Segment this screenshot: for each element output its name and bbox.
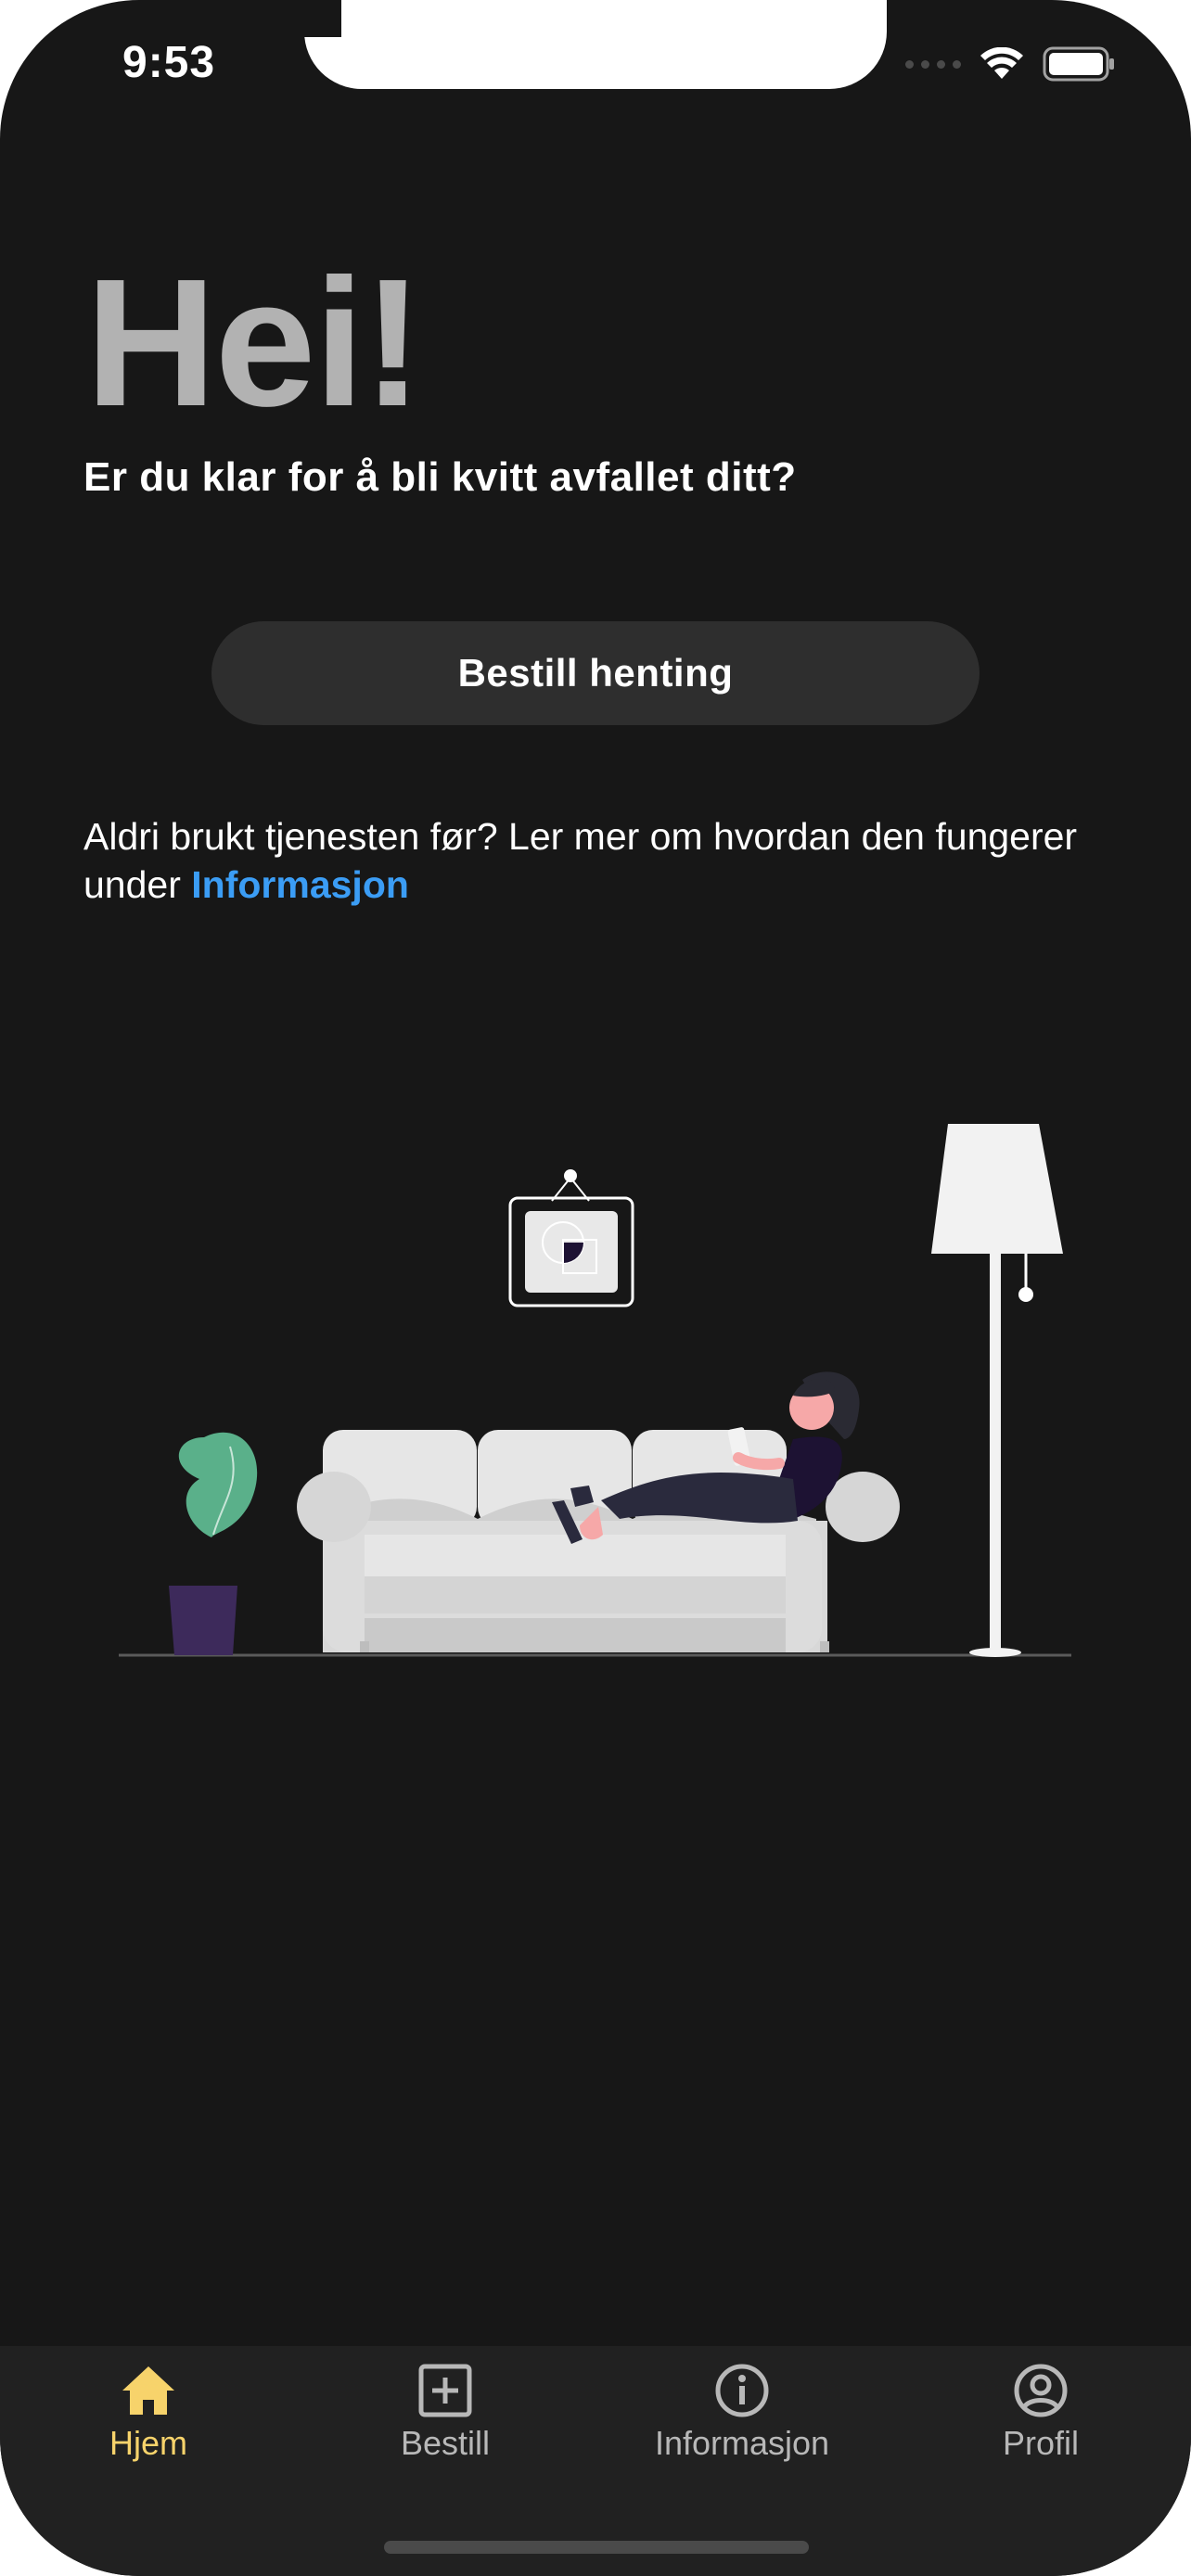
- info-icon: [715, 2364, 769, 2417]
- status-icons: [905, 46, 1115, 82]
- tab-order[interactable]: Bestill: [325, 2363, 566, 2463]
- floor-lamp-icon: [931, 1124, 1063, 1657]
- tab-profile-label: Profil: [1002, 2424, 1080, 2462]
- home-indicator[interactable]: [384, 2541, 809, 2554]
- home-icon: [122, 2366, 174, 2415]
- tab-home[interactable]: Hjem: [28, 2363, 269, 2463]
- tab-profile[interactable]: Profil: [920, 2363, 1161, 2463]
- battery-icon: [1043, 46, 1114, 82]
- tab-order-label: Bestill: [400, 2424, 491, 2462]
- relaxing-on-sofa-illustration: [119, 1124, 1071, 1657]
- plant-icon: [169, 1432, 258, 1655]
- order-pickup-button[interactable]: Bestill henting: [211, 621, 980, 725]
- tab-information-label: Informasjon: [654, 2424, 830, 2462]
- wifi-icon: [980, 47, 1023, 79]
- info-link[interactable]: Informasjon: [191, 863, 409, 906]
- user-circle-icon: [1014, 2364, 1068, 2417]
- phone-screen: 9:53 Hei! Er du klar for å bli kvitt avf…: [0, 0, 1191, 2576]
- wall-frame-icon: [508, 1169, 634, 1307]
- info-paragraph: Aldri brukt tjenesten før? Ler mer om hv…: [83, 812, 1122, 909]
- cellular-signal-icon: [905, 59, 961, 69]
- tab-home-label: Hjem: [109, 2424, 187, 2462]
- status-time: 9:53: [122, 38, 216, 87]
- page-subtitle: Er du klar for å bli kvitt avfallet ditt…: [83, 454, 797, 500]
- page-title: Hei!: [85, 241, 423, 444]
- tab-information[interactable]: Informasjon: [621, 2363, 863, 2463]
- notch: [304, 0, 887, 89]
- plus-square-icon: [418, 2364, 472, 2417]
